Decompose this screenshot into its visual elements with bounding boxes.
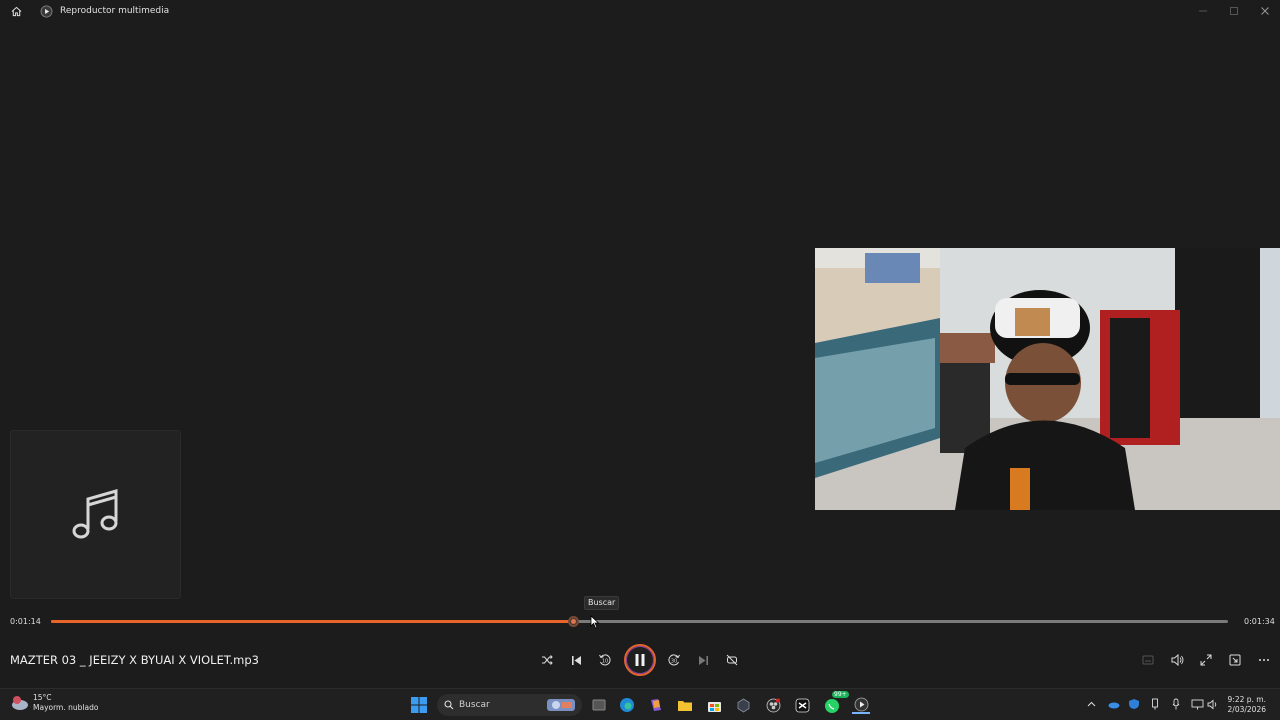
chevron-up-icon[interactable] (1084, 697, 1098, 711)
mini-player-icon (1229, 654, 1241, 666)
store-icon[interactable] (705, 696, 723, 714)
windows-start-icon[interactable] (410, 696, 428, 714)
shuffle-icon (542, 655, 553, 665)
media-player-icon (39, 4, 53, 18)
security-icon[interactable] (1127, 697, 1141, 711)
minimize-button[interactable] (1187, 0, 1218, 22)
volume-icon (1171, 654, 1183, 666)
skip-forward-30-icon: 30 (668, 654, 680, 666)
captions-icon (1142, 655, 1154, 665)
weather-cloud-icon (10, 694, 30, 712)
taskbar-clock[interactable]: 9:22 p. m. 2/03/2026 (1228, 695, 1266, 715)
usb-icon[interactable] (1148, 697, 1162, 711)
track-title: MAZTER 03 _ JEEIZY X BYUAI X VIOLET.mp3 (10, 653, 259, 667)
repeat-off-icon (726, 654, 738, 666)
skip-back-button[interactable]: 10 (596, 651, 614, 669)
taskbar: 15°C Mayorm. nublado Buscar 99+ 9:22 p. … (0, 688, 1280, 720)
next-button[interactable] (694, 651, 712, 669)
media-player-taskbar-icon[interactable] (852, 696, 870, 714)
weather-temperature: 15°C (33, 693, 52, 702)
svg-text:30: 30 (671, 659, 677, 665)
onedrive-icon[interactable] (1106, 697, 1120, 711)
close-button[interactable] (1249, 0, 1280, 22)
mouse-cursor-icon (590, 615, 600, 629)
clock-date: 2/03/2026 (1227, 705, 1266, 714)
app-icon-dark[interactable] (734, 696, 752, 714)
elapsed-time: 0:01:14 (10, 617, 41, 626)
seek-tooltip: Buscar (584, 596, 620, 610)
microphone-icon[interactable] (1169, 697, 1183, 711)
seek-thumb[interactable] (568, 616, 580, 627)
task-view-icon[interactable] (590, 696, 608, 714)
search-highlight-icon (547, 699, 575, 711)
more-options-button[interactable] (1255, 651, 1273, 669)
network-icon[interactable] (1190, 697, 1204, 711)
notification-badge: 99+ (832, 691, 849, 698)
copilot-icon[interactable] (647, 696, 665, 714)
speaker-icon[interactable] (1206, 697, 1220, 711)
music-note-icon (72, 488, 117, 538)
home-icon[interactable] (2, 0, 30, 22)
title-bar: Reproductor multimedia (0, 0, 1280, 22)
fullscreen-icon (1200, 654, 1212, 666)
whatsapp-icon[interactable]: 99+ (823, 691, 849, 714)
maximize-icon (1229, 7, 1238, 15)
next-icon (698, 655, 708, 665)
maximize-button[interactable] (1218, 0, 1249, 22)
mini-player-button[interactable] (1226, 651, 1244, 669)
total-time: 0:01:34 (1244, 617, 1275, 626)
seek-progress (51, 620, 574, 623)
previous-icon (571, 655, 581, 665)
skip-back-10-icon: 10 (599, 654, 611, 666)
fullscreen-button[interactable] (1197, 651, 1215, 669)
edge-icon[interactable] (618, 696, 636, 714)
file-explorer-icon[interactable] (676, 696, 694, 714)
obs-icon[interactable] (764, 696, 782, 714)
window-title: Reproductor multimedia (60, 6, 170, 16)
minimize-icon (1198, 10, 1207, 12)
seek-bar[interactable] (51, 616, 1228, 627)
play-pause-button[interactable] (624, 644, 656, 676)
volume-button[interactable] (1168, 651, 1186, 669)
weather-widget[interactable]: 15°C Mayorm. nublado (10, 693, 98, 713)
repeat-button[interactable] (723, 651, 741, 669)
close-icon (1260, 7, 1269, 15)
webcam-overlay (815, 248, 1280, 510)
previous-button[interactable] (567, 651, 585, 669)
capcut-icon[interactable] (793, 696, 811, 714)
album-art (10, 430, 181, 599)
svg-text:10: 10 (602, 659, 608, 665)
more-icon (1259, 659, 1269, 661)
search-icon (444, 700, 454, 710)
shuffle-button[interactable] (538, 651, 556, 669)
taskbar-search[interactable]: Buscar (437, 694, 582, 716)
skip-forward-button[interactable]: 30 (665, 651, 683, 669)
weather-description: Mayorm. nublado (33, 703, 99, 712)
clock-time: 9:22 p. m. (1227, 695, 1266, 704)
captions-button[interactable] (1139, 651, 1157, 669)
pause-icon (635, 654, 645, 666)
